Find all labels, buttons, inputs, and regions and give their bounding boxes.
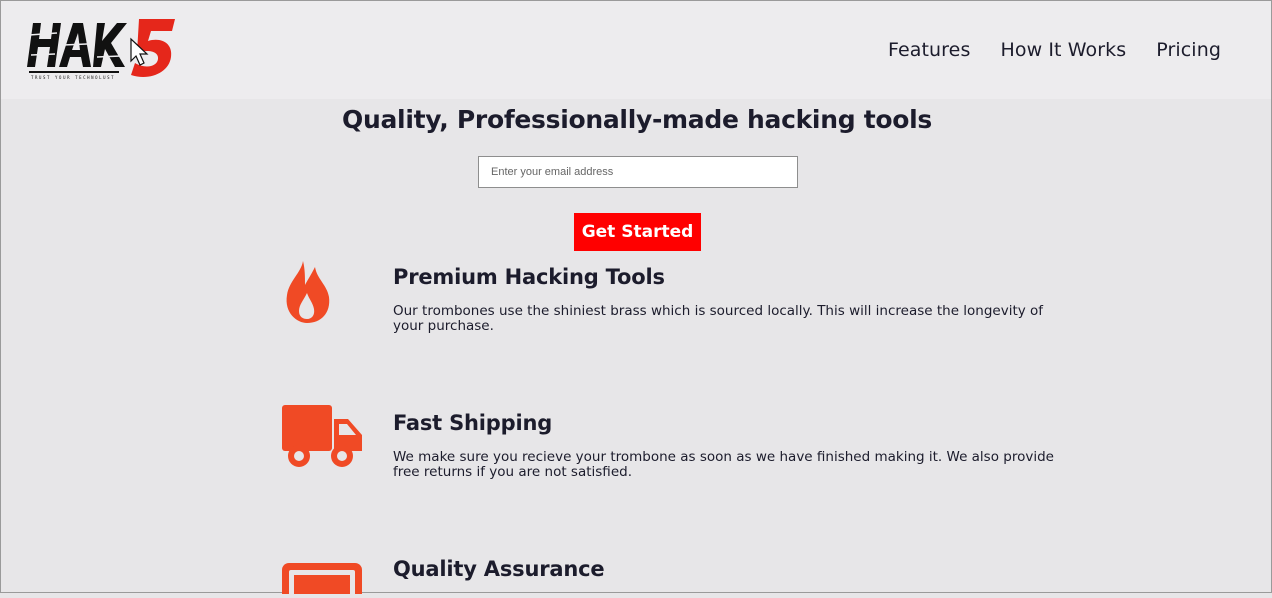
email-input[interactable] [478, 156, 798, 188]
feature-description: Our trombones use the shiniest brass whi… [393, 303, 1044, 334]
logo-tagline: TRUST YOUR TECHNOLUST [31, 75, 115, 80]
feature-title: Quality Assurance [393, 557, 605, 581]
feature-title: Premium Hacking Tools [393, 265, 665, 289]
feature-description: We make sure you recieve your trombone a… [393, 449, 1054, 480]
feature-fast-shipping: Fast Shipping We make sure you recieve y… [1, 405, 1272, 515]
hero-title: Quality, Professionally-made hacking too… [342, 105, 932, 134]
truck-icon [282, 405, 362, 473]
feature-premium-tools: Premium Hacking Tools Our trombones use … [1, 259, 1272, 369]
get-started-button[interactable]: Get Started [574, 213, 701, 251]
hak5-logo[interactable]: TRUST YOUR TECHNOLUST [27, 17, 177, 81]
main-nav: Features How It Works Pricing [888, 39, 1221, 61]
nav-features-link[interactable]: Features [888, 39, 971, 61]
nav-pricing-link[interactable]: Pricing [1156, 39, 1221, 61]
nav-how-it-works-link[interactable]: How It Works [1000, 39, 1126, 61]
fire-icon [281, 259, 333, 329]
feature-title: Fast Shipping [393, 411, 553, 435]
site-header: TRUST YOUR TECHNOLUST Features How It Wo… [1, 1, 1271, 99]
feature-quality-assurance: Quality Assurance [1, 551, 1272, 598]
